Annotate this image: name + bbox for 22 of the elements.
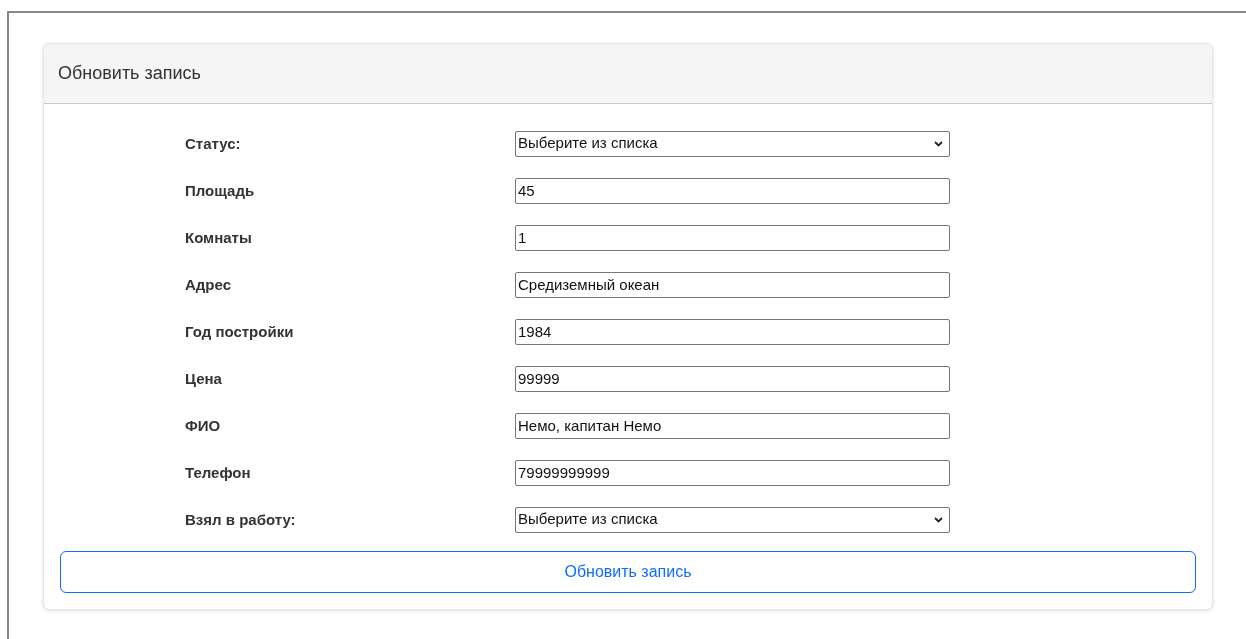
field-label: Цена	[185, 369, 222, 387]
chevron-down-icon	[934, 516, 943, 523]
field-label: Комнаты	[185, 228, 252, 246]
input-field[interactable]: 79999999999	[515, 459, 950, 486]
field-label: Телефон	[185, 463, 251, 481]
input-field[interactable]: Средиземный океан	[515, 271, 950, 298]
field-label: Взял в работу:	[185, 510, 296, 528]
field-label: Статус:	[185, 134, 241, 152]
field-label: Год постройки	[185, 322, 294, 340]
select-field[interactable]: Выберите из списка	[515, 130, 950, 157]
field-label: Адрес	[185, 275, 231, 293]
update-button[interactable]: Обновить запись	[60, 551, 1196, 593]
field-label: Площадь	[185, 181, 255, 199]
input-field[interactable]: 99999	[515, 365, 950, 392]
chevron-down-icon	[934, 140, 943, 147]
card-title: Обновить запись	[44, 44, 1212, 104]
input-field[interactable]: Немо, капитан Немо	[515, 412, 950, 439]
field-label: ФИО	[185, 416, 221, 434]
input-field[interactable]: 1	[515, 224, 950, 251]
select-field[interactable]: Выберите из списка	[515, 506, 950, 533]
input-field[interactable]: 45	[515, 177, 950, 204]
input-field[interactable]: 1984	[515, 318, 950, 345]
